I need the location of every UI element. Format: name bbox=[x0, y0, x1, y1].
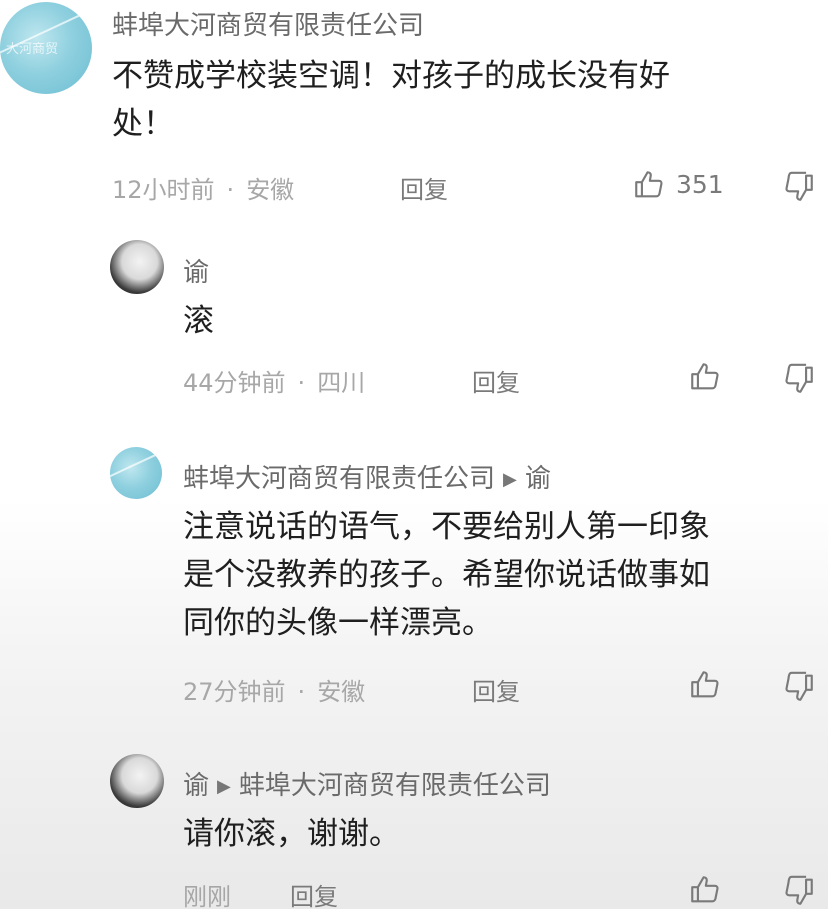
thumbs-up-icon[interactable] bbox=[632, 168, 666, 202]
thumbs-down-icon[interactable] bbox=[782, 362, 816, 396]
username-text: 蚌埠大河商贸有限责任公司 bbox=[183, 464, 496, 494]
comment-text: 滚 bbox=[183, 303, 214, 339]
reply-button[interactable]: 回复 bbox=[290, 877, 338, 912]
thumbs-up-icon[interactable] bbox=[688, 360, 722, 394]
comment-text: 请你滚，谢谢。 bbox=[183, 816, 400, 852]
username-text: 谕 bbox=[183, 771, 210, 801]
thumbs-down-icon[interactable] bbox=[782, 170, 816, 204]
reply-button[interactable]: 回复 bbox=[472, 672, 520, 707]
comment-text: 不赞成学校装空调！对孩子的成长没有好 处！ bbox=[112, 58, 670, 142]
reply-button[interactable]: 回复 bbox=[472, 363, 520, 398]
user-avatar[interactable] bbox=[110, 754, 164, 808]
thumbs-up-icon[interactable] bbox=[688, 668, 722, 702]
reply-button[interactable]: 回复 bbox=[400, 170, 448, 205]
user-avatar[interactable] bbox=[110, 240, 164, 294]
comment-content: 请你滚，谢谢。 bbox=[183, 810, 400, 858]
comment-meta: 27分钟前 · 安徽 bbox=[183, 678, 366, 706]
comment-time: 44分钟前 bbox=[183, 369, 286, 397]
comment-location: 四川 bbox=[317, 369, 366, 397]
company-avatar[interactable] bbox=[110, 447, 162, 499]
comment-time: 12小时前 bbox=[112, 176, 215, 204]
comment-text: 注意说话的语气，不要给别人第一印象 是个没教养的孩子。希望你说话做事如 同你的头… bbox=[183, 509, 710, 641]
thumbs-down-icon[interactable] bbox=[782, 874, 816, 908]
comment-time: 27分钟前 bbox=[183, 678, 286, 706]
comment-meta: 12小时前 · 安徽 bbox=[112, 176, 295, 204]
comment-location: 安徽 bbox=[317, 678, 366, 706]
like-count: 351 bbox=[676, 170, 724, 199]
reply-to-name[interactable]: 蚌埠大河商贸有限责任公司 bbox=[239, 771, 551, 801]
thumbs-down-icon[interactable] bbox=[782, 670, 816, 704]
comment-time: 刚刚 bbox=[183, 883, 231, 911]
reply-arrow-icon: ▶ bbox=[503, 469, 517, 490]
company-avatar[interactable]: 大河商贸 bbox=[0, 2, 92, 94]
comment-username[interactable]: 谕 bbox=[183, 252, 209, 289]
reply-arrow-icon: ▶ bbox=[217, 776, 231, 797]
comment-content: 注意说话的语气，不要给别人第一印象 是个没教养的孩子。希望你说话做事如 同你的头… bbox=[183, 503, 823, 647]
avatar-text: 大河商贸 bbox=[6, 42, 59, 57]
comment-meta: 刚刚 bbox=[183, 877, 231, 912]
comment-username[interactable]: 谕 ▶ 蚌埠大河商贸有限责任公司 bbox=[183, 765, 551, 802]
comment-location: 安徽 bbox=[246, 176, 295, 204]
comment-meta: 44分钟前 · 四川 bbox=[183, 369, 366, 397]
comment-content: 滚 bbox=[183, 297, 214, 345]
comment-username[interactable]: 蚌埠大河商贸有限责任公司 ▶ 谕 bbox=[183, 458, 551, 495]
comment-username[interactable]: 蚌埠大河商贸有限责任公司 bbox=[112, 5, 424, 42]
reply-to-name[interactable]: 谕 bbox=[525, 464, 551, 494]
comment-content: 不赞成学校装空调！对孩子的成长没有好 处！ bbox=[112, 52, 812, 148]
thumbs-up-icon[interactable] bbox=[688, 873, 722, 907]
